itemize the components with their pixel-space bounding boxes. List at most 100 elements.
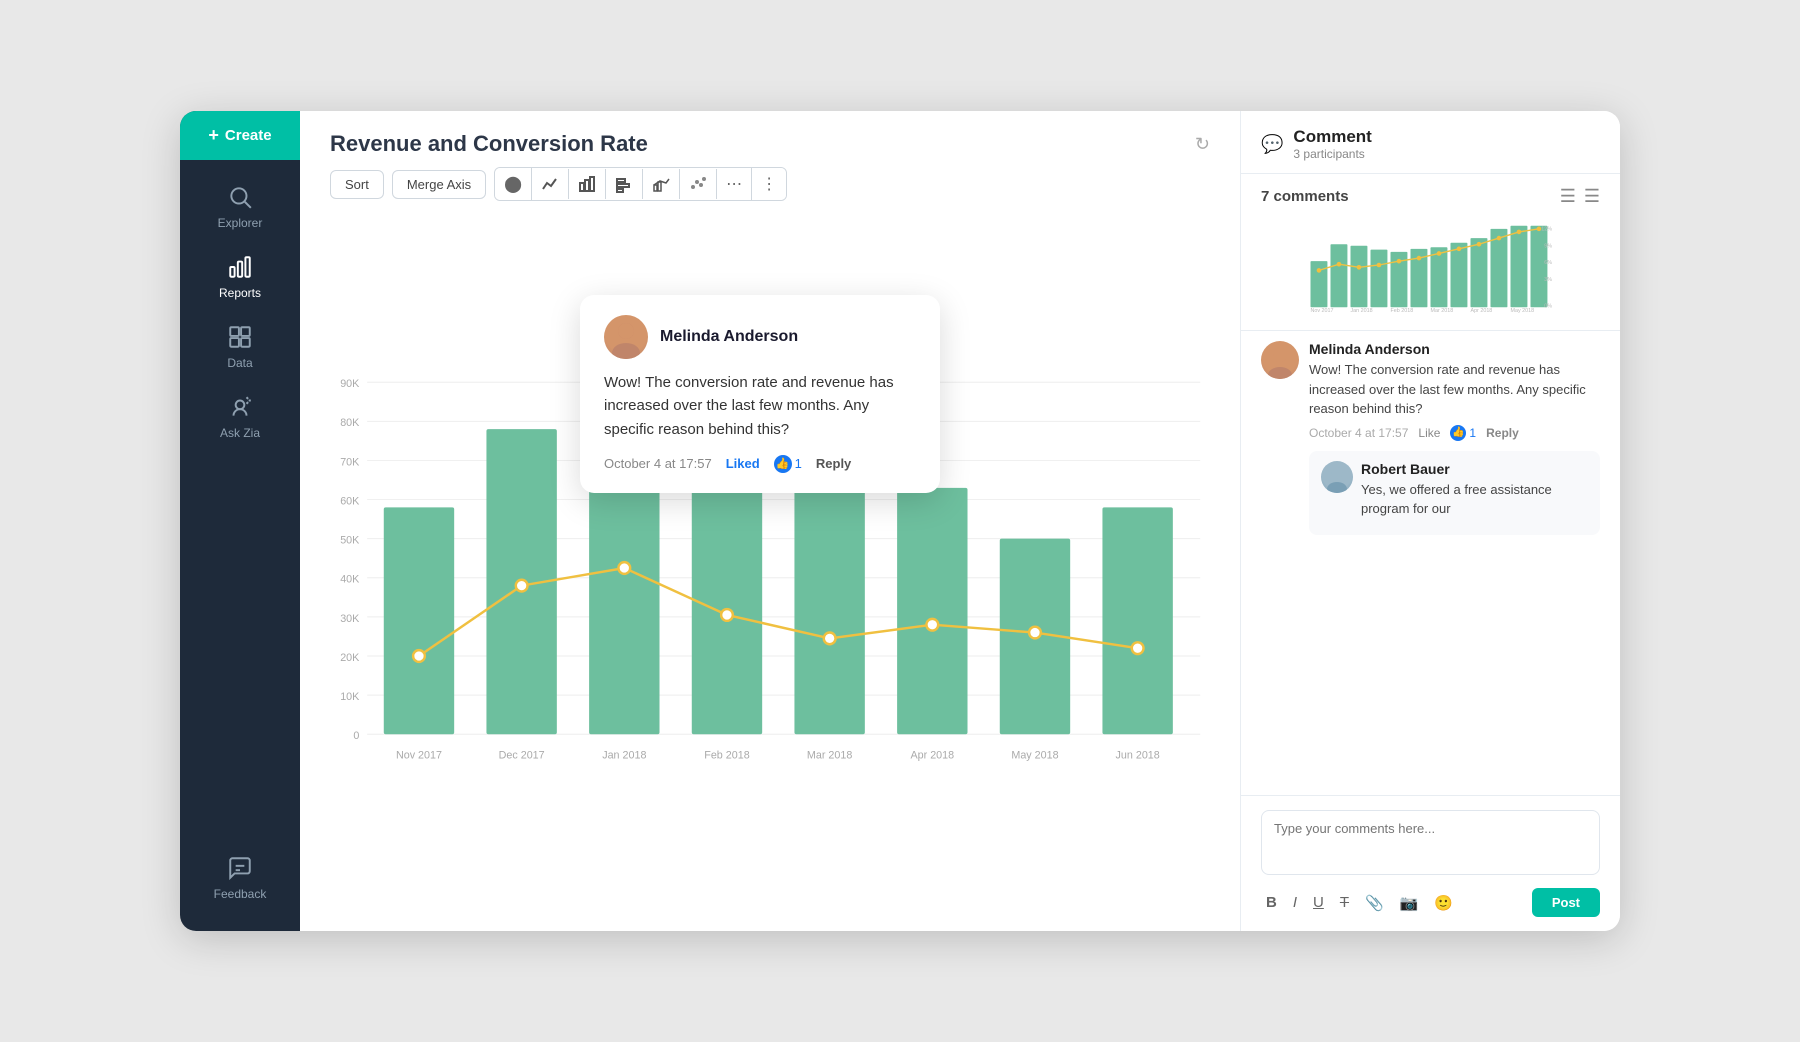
attach-button[interactable]: 📎 [1360, 891, 1389, 915]
comment-list: Melinda Anderson Wow! The conversion rat… [1241, 330, 1620, 795]
chart-more-icon[interactable]: ⋯ [717, 168, 752, 200]
feedback-icon [227, 855, 253, 881]
reply-author-name: Robert Bauer [1361, 461, 1588, 477]
reply-body: Robert Bauer Yes, we offered a free assi… [1361, 461, 1588, 525]
tooltip-liked-label[interactable]: Liked [726, 456, 760, 471]
comment-actions: ☰ ☰ [1560, 186, 1600, 207]
svg-text:3%: 3% [1544, 277, 1552, 283]
tooltip-like-count: 1 [795, 456, 802, 471]
bold-button[interactable]: B [1261, 891, 1282, 914]
svg-text:60K: 60K [340, 495, 360, 507]
reports-label: Reports [219, 286, 261, 300]
like-count-value: 1 [1469, 426, 1476, 440]
comment-reply-button[interactable]: Reply [1486, 426, 1519, 440]
chart-header: Revenue and Conversion Rate ↻ [300, 111, 1240, 167]
reply-author-avatar [1321, 461, 1353, 493]
svg-text:10K: 10K [340, 691, 360, 703]
chart-circle-icon[interactable]: ⬤ [495, 168, 532, 200]
chart-scatter-icon[interactable] [680, 169, 717, 199]
comment-tooltip: Melinda Anderson Wow! The conversion rat… [580, 295, 940, 493]
comment-title-group: Comment 3 participants [1293, 127, 1371, 161]
svg-text:Apr 2018: Apr 2018 [1471, 308, 1493, 314]
reports-icon [227, 254, 253, 280]
melinda-comment-avatar [1261, 341, 1299, 379]
merge-axis-button[interactable]: Merge Axis [392, 170, 486, 199]
ask-zia-icon [227, 394, 253, 420]
list-icon[interactable]: ☰ [1584, 186, 1600, 207]
underline-button[interactable]: U [1308, 891, 1329, 914]
sidebar-item-feedback[interactable]: Feedback [214, 841, 267, 911]
svg-text:May 2018: May 2018 [1511, 308, 1535, 314]
create-button[interactable]: + Create [180, 111, 300, 160]
svg-text:6%: 6% [1544, 260, 1552, 266]
robert-avatar [1321, 461, 1353, 493]
sidebar-bottom: Feedback [214, 841, 267, 931]
chart-legend: Total Amount Total Conversion Rate [330, 926, 1210, 931]
chart-dots-icon[interactable]: ⋮ [752, 168, 786, 200]
chart-title: Revenue and Conversion Rate [330, 131, 1183, 157]
melinda-avatar-svg [604, 315, 648, 359]
tooltip-header: Melinda Anderson [604, 315, 916, 359]
comment-author-name: Melinda Anderson [1309, 341, 1600, 357]
post-button[interactable]: Post [1532, 888, 1600, 917]
chart-toolbar: Sort Merge Axis ⬤ ⋯ [300, 167, 1240, 215]
tooltip-author: Melinda Anderson [660, 328, 798, 346]
comment-meta: October 4 at 17:57 Like 👍 1 Reply [1309, 425, 1600, 441]
refresh-icon[interactable]: ↻ [1195, 134, 1210, 155]
comment-body: Melinda Anderson Wow! The conversion rat… [1309, 341, 1600, 535]
thumbs-up-icon: 👍 [774, 455, 792, 473]
italic-button[interactable]: I [1288, 891, 1302, 914]
comment-stats: 7 comments ☰ ☰ [1241, 174, 1620, 215]
mini-chart-svg: Nov 2017 Jan 2018 Feb 2018 Mar 2018 Apr … [1261, 215, 1600, 315]
comment-text: Wow! The conversion rate and revenue has… [1309, 360, 1600, 419]
chart-bar2-icon[interactable] [606, 169, 643, 199]
svg-text:0%: 0% [1544, 303, 1552, 309]
tooltip-reply-button[interactable]: Reply [816, 456, 851, 471]
svg-text:0: 0 [353, 730, 359, 742]
svg-text:Feb 2018: Feb 2018 [1391, 308, 1414, 314]
tooltip-like-badge: 👍 1 [774, 455, 802, 473]
comment-input-area: B I U T 📎 📷 🙂 Post [1241, 795, 1620, 931]
comment-participants: 3 participants [1293, 147, 1371, 161]
mini-chart: Nov 2017 Jan 2018 Feb 2018 Mar 2018 Apr … [1241, 215, 1620, 330]
reply-item: Robert Bauer Yes, we offered a free assi… [1309, 451, 1600, 535]
svg-text:40K: 40K [340, 574, 360, 586]
app-window: + Create Explorer Reports [180, 111, 1620, 931]
sidebar-item-reports[interactable]: Reports [180, 240, 300, 310]
data-icon [227, 324, 253, 350]
sidebar-item-data[interactable]: Data [180, 310, 300, 380]
chart-combo-icon[interactable] [643, 169, 680, 199]
svg-text:Feb 2018: Feb 2018 [704, 750, 749, 762]
ask-zia-label: Ask Zia [220, 426, 260, 440]
svg-text:20K: 20K [340, 652, 360, 664]
comment-time: October 4 at 17:57 [1309, 426, 1408, 440]
strikethrough-button[interactable]: T [1335, 891, 1354, 914]
sidebar-item-explorer[interactable]: Explorer [180, 170, 300, 240]
explorer-label: Explorer [218, 216, 263, 230]
chart-line-icon[interactable] [532, 169, 569, 199]
svg-text:Jan 2018: Jan 2018 [1351, 308, 1373, 314]
main-content: Revenue and Conversion Rate ↻ Sort Merge… [300, 111, 1240, 931]
format-tools: B I U T 📎 📷 🙂 [1261, 891, 1458, 915]
comment-author-avatar [1261, 341, 1299, 379]
comment-panel-header: 💬 Comment 3 participants [1241, 111, 1620, 174]
data-label: Data [227, 356, 252, 370]
svg-text:Nov 2017: Nov 2017 [396, 750, 442, 762]
emoji-button[interactable]: 🙂 [1429, 891, 1458, 915]
menu-icon[interactable]: ☰ [1560, 186, 1576, 207]
svg-text:30K: 30K [340, 613, 360, 625]
table-row: Melinda Anderson Wow! The conversion rat… [1261, 341, 1600, 535]
svg-text:Mar 2018: Mar 2018 [807, 750, 852, 762]
image-button[interactable]: 📷 [1395, 891, 1424, 915]
tooltip-footer: October 4 at 17:57 Liked 👍 1 Reply [604, 455, 916, 473]
comment-input[interactable] [1261, 810, 1600, 875]
comment-like-button[interactable]: Like [1418, 426, 1440, 440]
svg-text:Jan 2018: Jan 2018 [602, 750, 646, 762]
sidebar-item-ask-zia[interactable]: Ask Zia [180, 380, 300, 450]
sort-button[interactable]: Sort [330, 170, 384, 199]
chart-bar-icon[interactable] [569, 169, 606, 199]
svg-text:12%: 12% [1541, 226, 1552, 232]
svg-text:Apr 2018: Apr 2018 [910, 750, 954, 762]
comment-format-toolbar: B I U T 📎 📷 🙂 Post [1261, 888, 1600, 917]
svg-text:Jun 2018: Jun 2018 [1116, 750, 1160, 762]
